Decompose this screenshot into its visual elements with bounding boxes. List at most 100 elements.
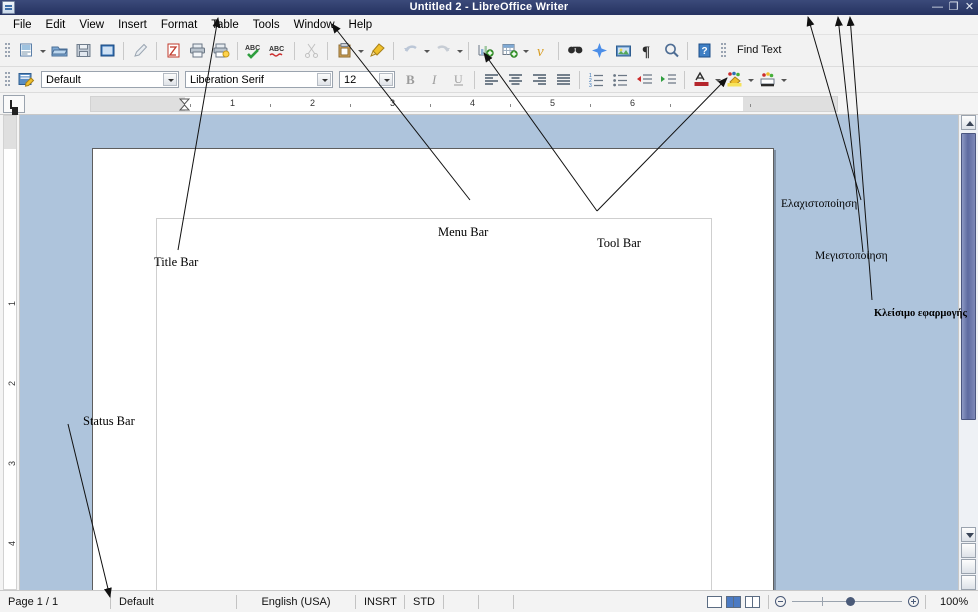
tab-stop-selector-icon[interactable] (3, 94, 25, 113)
single-page-view-button[interactable] (707, 595, 722, 608)
paragraph-style-combo[interactable]: Default (41, 71, 179, 88)
next-page-button[interactable] (961, 575, 976, 590)
page-style-indicator[interactable]: Default (111, 594, 236, 610)
align-center-icon[interactable] (504, 69, 526, 91)
open-document-icon[interactable] (48, 40, 70, 62)
highlight-color-dropdown-icon[interactable] (746, 69, 755, 91)
print-document-icon[interactable] (186, 40, 208, 62)
zoom-in-button[interactable] (908, 596, 919, 607)
zoom-level-indicator[interactable]: 100% (932, 594, 978, 610)
navigation-button[interactable] (961, 559, 976, 574)
cut-icon[interactable] (300, 40, 322, 62)
italic-icon[interactable]: I (423, 69, 445, 91)
insert-table-dropdown-icon[interactable] (521, 40, 530, 62)
export-pdf-icon[interactable] (162, 40, 184, 62)
new-document-icon[interactable] (15, 40, 37, 62)
bold-icon[interactable]: B (399, 69, 421, 91)
new-document-dropdown-icon[interactable] (38, 40, 47, 62)
background-color-icon[interactable] (756, 69, 778, 91)
menu-tools[interactable]: Tools (246, 17, 287, 33)
decrease-indent-icon[interactable] (633, 69, 655, 91)
insert-special-character-icon[interactable]: ν (531, 40, 553, 62)
gallery-icon[interactable] (612, 40, 634, 62)
menu-format[interactable]: Format (154, 17, 204, 33)
menu-help[interactable]: Help (342, 17, 380, 33)
align-left-icon[interactable] (480, 69, 502, 91)
chevron-down-icon[interactable] (317, 73, 331, 86)
menu-edit[interactable]: Edit (39, 17, 73, 33)
close-button[interactable]: ✕ (963, 1, 976, 14)
paragraph-style-icon[interactable] (15, 69, 37, 91)
justify-icon[interactable] (552, 69, 574, 91)
chevron-down-icon[interactable] (163, 73, 177, 86)
menu-window[interactable]: Window (287, 17, 342, 33)
scroll-up-button[interactable] (961, 115, 976, 130)
ordered-list-icon[interactable]: 123 (585, 69, 607, 91)
menu-insert[interactable]: Insert (111, 17, 154, 33)
horizontal-ruler[interactable]: 1 2 3 4 5 6 (0, 93, 978, 115)
zoom-icon[interactable] (660, 40, 682, 62)
increase-indent-icon[interactable] (657, 69, 679, 91)
highlight-color-icon[interactable] (723, 69, 745, 91)
menu-file[interactable]: File (6, 17, 39, 33)
font-color-dropdown-icon[interactable] (713, 69, 722, 91)
book-view-button[interactable] (745, 595, 760, 608)
multi-page-view-button[interactable] (726, 595, 741, 608)
selection-mode-indicator[interactable]: STD (405, 594, 443, 610)
insert-mode-indicator[interactable]: INSRT (356, 594, 404, 610)
vertical-ruler[interactable]: 1 2 3 4 (0, 115, 20, 590)
maximize-button[interactable]: ❐ (947, 1, 960, 14)
page-indicator[interactable]: Page 1 / 1 (0, 594, 110, 610)
undo-icon[interactable] (399, 40, 421, 62)
save-document-icon[interactable] (72, 40, 94, 62)
zoom-slider[interactable] (792, 595, 902, 609)
scrollbar-thumb[interactable] (961, 133, 976, 420)
chevron-down-icon[interactable] (379, 73, 393, 86)
formatting-toolbar-grip[interactable] (3, 69, 12, 91)
background-color-dropdown-icon[interactable] (779, 69, 788, 91)
align-right-icon[interactable] (528, 69, 550, 91)
navigator-icon[interactable] (588, 40, 610, 62)
edit-file-icon[interactable] (129, 40, 151, 62)
paste-dropdown-icon[interactable] (356, 40, 365, 62)
paste-icon[interactable] (333, 40, 355, 62)
font-color-icon[interactable] (690, 69, 712, 91)
font-size-combo[interactable]: 12 (339, 71, 395, 88)
horizontal-ruler-track[interactable]: 1 2 3 4 5 6 (90, 96, 838, 112)
unordered-list-icon[interactable] (609, 69, 631, 91)
minimize-callout-label: Ελαχιστοποίηση (781, 198, 858, 210)
vertical-ruler-track[interactable]: 1 2 3 4 (3, 115, 17, 590)
spelling-check-icon[interactable]: ABC (243, 40, 265, 62)
autospellcheck-icon[interactable]: ABC (267, 40, 289, 62)
digital-signature-indicator[interactable] (479, 594, 513, 610)
font-name-combo[interactable]: Liberation Serif (185, 71, 333, 88)
insert-table-icon[interactable] (498, 40, 520, 62)
find-replace-icon[interactable] (564, 40, 586, 62)
vertical-scrollbar[interactable] (958, 115, 978, 590)
document-page[interactable]: Title Bar Menu Bar Tool Bar Status Bar (83, 148, 774, 590)
redo-icon[interactable] (432, 40, 454, 62)
language-indicator[interactable]: English (USA) (237, 594, 355, 610)
indent-marker[interactable] (178, 98, 191, 111)
redo-dropdown-icon[interactable] (455, 40, 464, 62)
document-modified-indicator[interactable] (444, 594, 478, 610)
zoom-slider-knob[interactable] (846, 596, 855, 606)
previous-page-button[interactable] (961, 543, 976, 558)
toolbar-grip[interactable] (3, 40, 12, 62)
undo-dropdown-icon[interactable] (422, 40, 431, 62)
email-document-icon[interactable] (96, 40, 118, 62)
section-indicator[interactable] (514, 594, 705, 610)
underline-icon[interactable]: U (447, 69, 469, 91)
document-workspace[interactable]: Title Bar Menu Bar Tool Bar Status Bar (20, 115, 958, 590)
print-preview-icon[interactable] (210, 40, 232, 62)
clone-formatting-icon[interactable] (366, 40, 388, 62)
toolbar-overflow-grip[interactable] (719, 40, 728, 62)
menu-view[interactable]: View (72, 17, 111, 33)
formatting-marks-icon[interactable]: ¶ (636, 40, 658, 62)
menu-table[interactable]: Table (204, 17, 246, 33)
insert-chart-icon[interactable] (474, 40, 496, 62)
zoom-out-button[interactable] (775, 596, 786, 607)
minimize-button[interactable]: — (931, 1, 944, 14)
help-icon[interactable]: ? (693, 40, 715, 62)
scroll-down-button[interactable] (961, 527, 976, 542)
